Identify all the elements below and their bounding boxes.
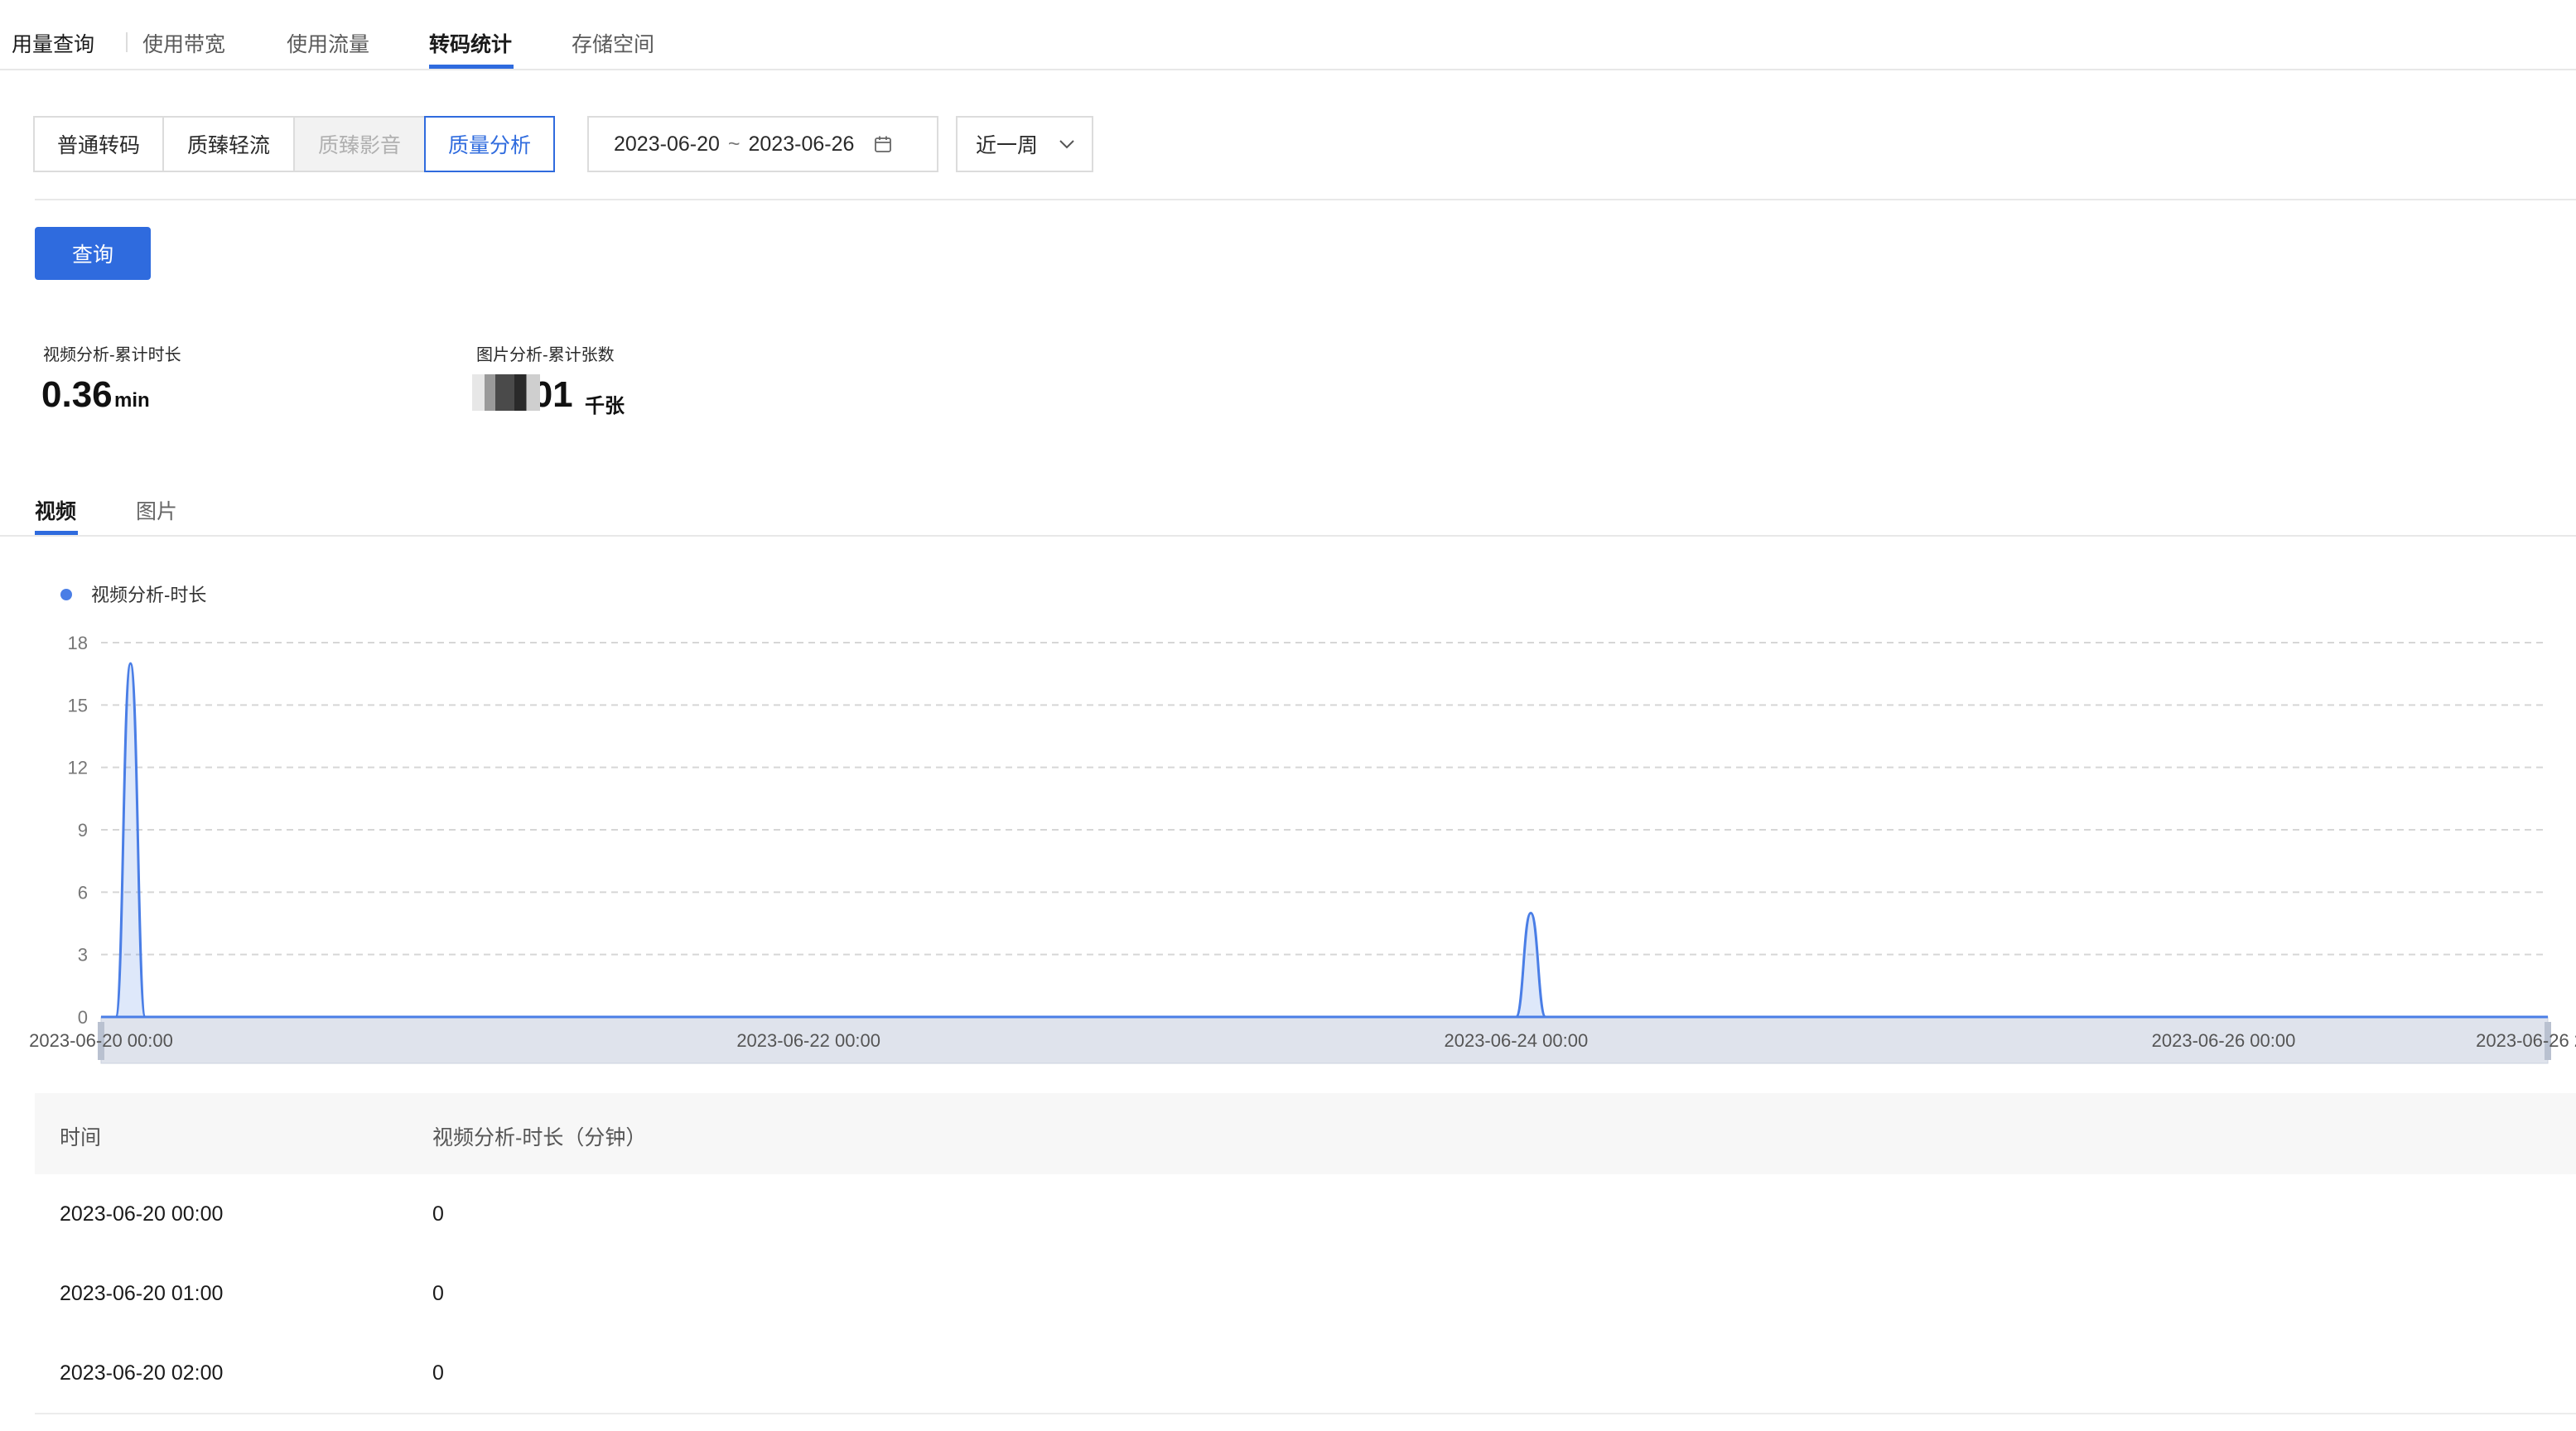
duration-chart: 视频分析-时长 0 3 6 9 12 15 18 2023-06-20 00:00 2023-06… <box>29 585 2576 1064</box>
filter-divider <box>35 199 2576 200</box>
x-tick-label: 2023-06-26 00:00 <box>2152 1030 2296 1051</box>
redacted-mask <box>472 374 540 411</box>
calendar-icon <box>874 135 892 153</box>
sub-tab-indicator <box>35 531 78 535</box>
product-light-stream-button[interactable]: 质臻轻流 <box>162 116 295 172</box>
cell-time: 2023-06-20 01:00 <box>60 1282 224 1305</box>
legend-marker <box>60 589 72 600</box>
x-tick-label: 2023-06-20 00:00 <box>29 1030 173 1051</box>
product-selector: 普通转码 质臻轻流 质臻影音 质量分析 <box>33 116 555 172</box>
table-row: 2023-06-20 00:00 0 <box>35 1174 2576 1255</box>
cell-time: 2023-06-20 00:00 <box>60 1202 224 1226</box>
x-tick-label: 2023-06-22 00:00 <box>736 1030 880 1051</box>
quick-range-select[interactable]: 近一周 <box>956 116 1093 172</box>
chevron-down-icon <box>1058 138 1076 150</box>
tab-image[interactable]: 图片 <box>136 495 177 525</box>
active-tab-indicator <box>429 65 514 69</box>
table-header: 时间 视频分析-时长（分钟） <box>35 1093 2576 1176</box>
series-area <box>101 663 2548 1017</box>
tab-bandwidth[interactable]: 使用带宽 <box>142 28 225 58</box>
date-start: 2023-06-20 <box>614 132 720 156</box>
cell-duration: 0 <box>432 1202 444 1226</box>
y-tick-label: 6 <box>78 882 88 903</box>
cell-time: 2023-06-20 02:00 <box>60 1361 224 1385</box>
product-normal-transcode-button[interactable]: 普通转码 <box>33 116 164 172</box>
metric-image-label: 图片分析-累计张数 <box>476 346 615 364</box>
y-tick-label: 3 <box>78 945 88 966</box>
tab-separator <box>126 32 128 52</box>
cell-duration: 0 <box>432 1282 444 1305</box>
y-tick-label: 0 <box>78 1007 88 1028</box>
product-av-button[interactable]: 质臻影音 <box>293 116 426 172</box>
top-tabs: 用量查询 使用带宽 使用流量 转码统计 存储空间 <box>0 0 2576 70</box>
table-row: 2023-06-20 01:00 0 <box>35 1254 2576 1335</box>
date-end: 2023-06-26 <box>748 132 855 156</box>
y-tick-label: 9 <box>78 820 88 841</box>
legend-label: 视频分析-时长 <box>91 585 206 605</box>
sub-tabs: 视频 图片 <box>0 480 2576 537</box>
cell-duration: 0 <box>432 1361 444 1385</box>
metric-video-unit: min <box>114 389 150 412</box>
y-tick-label: 15 <box>68 695 88 716</box>
tab-transcode-stats[interactable]: 转码统计 <box>429 28 512 58</box>
metric-video-label: 视频分析-累计时长 <box>43 346 181 364</box>
series-line <box>100 662 2548 1019</box>
y-tick-label: 12 <box>68 758 88 778</box>
column-header-duration: 视频分析-时长（分钟） <box>432 1126 647 1149</box>
column-header-time: 时间 <box>60 1126 102 1149</box>
x-tick-label: 2023-06-24 00:00 <box>1444 1030 1588 1051</box>
y-tick-label: 18 <box>68 633 88 653</box>
date-separator: ~ <box>727 132 740 156</box>
tab-usage-query[interactable]: 用量查询 <box>12 28 94 58</box>
metric-image-unit: 千张 <box>585 395 625 417</box>
date-range-picker[interactable]: 2023-06-20 ~ 2023-06-26 <box>587 116 938 172</box>
tab-traffic[interactable]: 使用流量 <box>287 28 369 58</box>
metric-video-value: 0.36 <box>41 374 113 415</box>
tab-storage[interactable]: 存储空间 <box>572 28 654 58</box>
query-button[interactable]: 查询 <box>35 227 151 280</box>
product-quality-analysis-button[interactable]: 质量分析 <box>424 116 555 172</box>
x-tick-label: 2023-06-26 22:00 <box>2476 1030 2576 1051</box>
tab-video[interactable]: 视频 <box>35 495 76 525</box>
quick-range-value: 近一周 <box>976 134 1039 157</box>
table-row: 2023-06-20 02:00 0 <box>35 1333 2576 1414</box>
